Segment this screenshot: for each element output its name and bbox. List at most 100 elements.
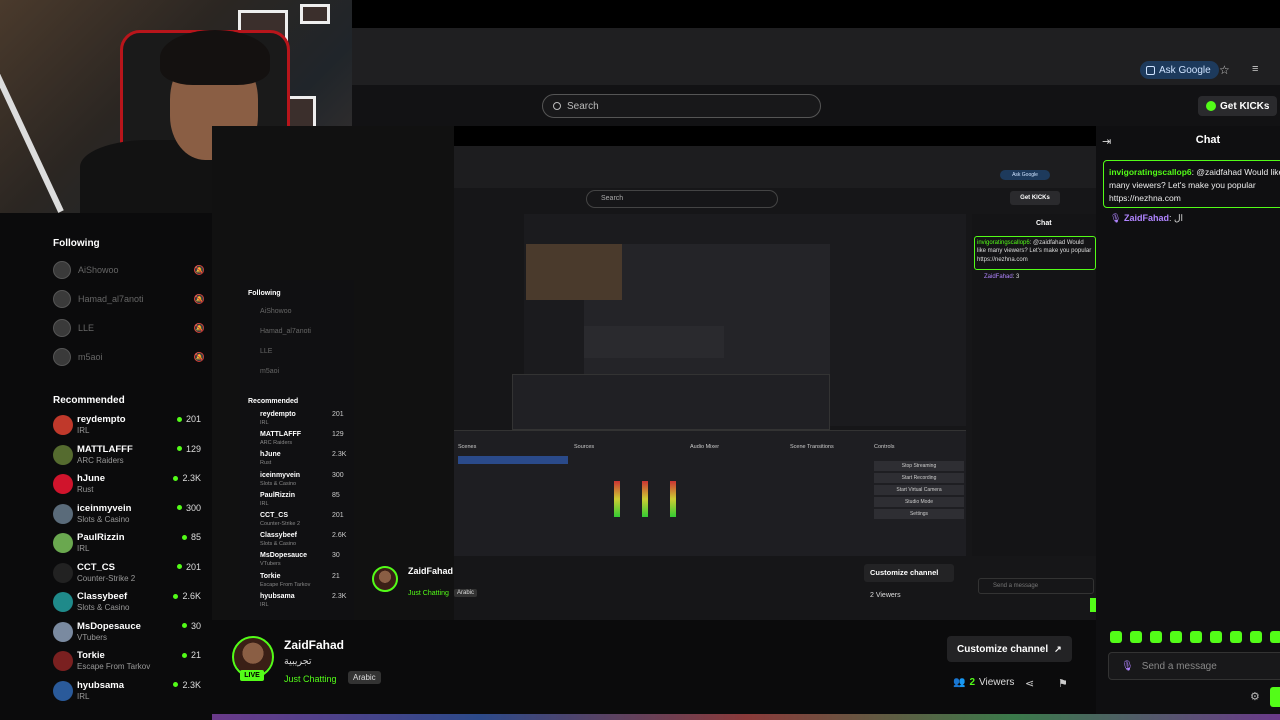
avatar bbox=[53, 503, 73, 524]
chat-message: 🎙 ZaidFahad: ال bbox=[1110, 213, 1183, 224]
following-item[interactable]: LLE 🔕 bbox=[53, 318, 205, 338]
obs-control-button: Studio Mode bbox=[874, 497, 964, 507]
emote-icon[interactable] bbox=[1150, 631, 1162, 643]
viewer-count: 2.3K bbox=[173, 473, 201, 483]
viewer-count: 2.3K bbox=[173, 680, 201, 690]
pinned-user[interactable]: invigoratingscallop6 bbox=[1109, 167, 1192, 177]
chat-username[interactable]: ZaidFahad bbox=[1124, 213, 1169, 223]
chat-send-button[interactable] bbox=[1270, 687, 1280, 707]
customize-label: Customize channel bbox=[957, 643, 1049, 655]
nested-rec-name: CCT_CS bbox=[260, 512, 289, 519]
avatar bbox=[53, 319, 71, 337]
chat-input[interactable]: 🎙 Send a message bbox=[1108, 652, 1280, 680]
viewer-count: 👥 2 Viewers bbox=[953, 677, 1014, 688]
viewer-count: 129 bbox=[176, 444, 201, 454]
emote-icon[interactable] bbox=[1190, 631, 1202, 643]
notifications-off-icon: 🔕 bbox=[193, 351, 205, 362]
nested-sidebar: Following AiShowoo Hamad_al7anoti LLE m5aoi… bbox=[240, 280, 354, 620]
recommended-item[interactable]: Classybeef Slots & Casino 2.6K bbox=[53, 589, 201, 617]
nested-rec-category: Rust bbox=[260, 460, 272, 467]
audio-meter bbox=[670, 481, 676, 517]
more-options-icon[interactable]: ⚑ bbox=[1058, 677, 1068, 690]
nested-rec-viewers: 2.6K bbox=[332, 532, 347, 540]
live-dot-icon bbox=[176, 505, 182, 510]
following-title: Following bbox=[53, 238, 100, 249]
live-dot-icon bbox=[176, 564, 182, 569]
stream-title: تجريبية bbox=[284, 656, 312, 667]
following-item[interactable]: Hamad_al7anoti 🔕 bbox=[53, 289, 205, 309]
recommended-item[interactable]: hyubsama IRL 2.3K bbox=[53, 678, 201, 706]
stream-info-bar bbox=[212, 620, 1096, 720]
notifications-off-icon: 🔕 bbox=[193, 264, 205, 275]
nested-msg-text: : 3 bbox=[1012, 274, 1020, 280]
nested-rec-viewers: 2.3K bbox=[332, 451, 347, 459]
recommended-item[interactable]: hJune Rust 2.3K bbox=[53, 471, 201, 499]
avatar bbox=[53, 348, 71, 366]
share-icon[interactable]: ⋖ bbox=[1025, 677, 1034, 690]
language-tag[interactable]: Arabic bbox=[348, 671, 381, 684]
search-input[interactable]: Search bbox=[542, 94, 821, 118]
nested-rec-name: hyubsama bbox=[260, 592, 295, 600]
recommended-item[interactable]: MATTLAFFF ARC Raiders 129 bbox=[53, 442, 201, 470]
viewer-count: 30 bbox=[181, 620, 201, 631]
customize-channel-button[interactable]: Customize channel ↗ bbox=[947, 636, 1072, 662]
nested-rec-category: ARC Raiders bbox=[260, 440, 293, 447]
reading-list-icon[interactable]: ≡ bbox=[1252, 63, 1258, 75]
channel-name: iceinmyvein bbox=[77, 502, 132, 514]
audio-meter bbox=[614, 481, 620, 517]
emote-icon[interactable] bbox=[1110, 631, 1122, 643]
recommended-item[interactable]: reydempto IRL 201 bbox=[53, 412, 201, 440]
channel-category: IRL bbox=[77, 691, 90, 701]
chat-settings-icon[interactable]: ⚙ bbox=[1250, 690, 1260, 703]
search-placeholder: Search bbox=[567, 100, 599, 112]
bookmark-star-icon[interactable]: ☆ bbox=[1219, 63, 1230, 77]
channel-name: MATTLAFFF bbox=[77, 443, 133, 455]
nested-rec-category: IRL bbox=[260, 420, 269, 426]
ask-google-label: Ask Google bbox=[1159, 64, 1211, 76]
recommended-item[interactable]: CCT_CS Counter-Strike 2 201 bbox=[53, 560, 201, 588]
stream-category[interactable]: Just Chatting bbox=[284, 674, 337, 684]
notifications-off-icon: 🔕 bbox=[193, 322, 205, 333]
live-dot-icon bbox=[176, 446, 182, 451]
nested-rec-viewers: 300 bbox=[332, 471, 344, 479]
recommended-item[interactable]: PaulRizzin IRL 85 bbox=[53, 530, 201, 558]
streamer-name[interactable]: ZaidFahad bbox=[284, 638, 344, 652]
live-dot-icon bbox=[173, 593, 179, 599]
viewer-number: 30 bbox=[190, 620, 201, 631]
emote-icon[interactable] bbox=[1270, 631, 1280, 643]
nested-chat-title: Chat bbox=[1036, 220, 1052, 227]
recommended-item[interactable]: Torkie Escape From Tarkov 21 bbox=[53, 648, 201, 676]
channel-name: reydempto bbox=[77, 414, 126, 425]
following-name: Hamad_al7anoti bbox=[78, 294, 144, 304]
viewer-number: 21 bbox=[190, 650, 201, 660]
sidebar: Following AiShowoo 🔕 Hamad_al7anoti 🔕 LLE 🔕… bbox=[40, 213, 212, 720]
live-dot-icon bbox=[176, 416, 182, 422]
following-item[interactable]: AiShowoo 🔕 bbox=[53, 260, 205, 280]
get-kicks-button[interactable]: Get KICKs bbox=[1198, 96, 1278, 116]
obs-control-button: Stop Streaming bbox=[874, 461, 964, 471]
avatar bbox=[53, 474, 73, 494]
nested-streamer-name: ZaidFahad bbox=[408, 566, 454, 576]
nested-chat-message: ZaidFahad: 3 bbox=[984, 274, 1019, 280]
emote-icon[interactable] bbox=[1250, 631, 1262, 643]
nested-viewers: 2 Viewers bbox=[870, 592, 901, 599]
ask-google-button[interactable]: Ask Google bbox=[1140, 61, 1219, 79]
channel-name: PaulRizzin bbox=[77, 532, 125, 543]
viewers-number: 2 bbox=[969, 677, 976, 688]
mic-badge-icon: 🎙 bbox=[1110, 213, 1122, 223]
pinned-message: invigoratingscallop6: @zaidfahad Would l… bbox=[1103, 160, 1280, 208]
nested-following-item: Hamad_al7anoti bbox=[260, 328, 311, 335]
mic-icon: 🎙 bbox=[1121, 660, 1134, 672]
emote-icon[interactable] bbox=[1170, 631, 1182, 643]
nested-emotes bbox=[978, 562, 1094, 570]
emote-icon[interactable] bbox=[1130, 631, 1142, 643]
live-dot-icon bbox=[173, 475, 179, 481]
following-item[interactable]: m5aoi 🔕 bbox=[53, 347, 205, 367]
recommended-item[interactable]: iceinmyvein Slots & Casino 300 bbox=[53, 501, 201, 529]
recommended-item[interactable]: MsDopesauce VTubers 30 bbox=[53, 619, 201, 647]
emote-icon[interactable] bbox=[1210, 631, 1222, 643]
obs-panel-title: Sources bbox=[574, 444, 595, 450]
emote-icon[interactable] bbox=[1230, 631, 1242, 643]
nested-rec-category: IRL bbox=[260, 601, 269, 608]
channel-category: ARC Raiders bbox=[77, 455, 124, 465]
